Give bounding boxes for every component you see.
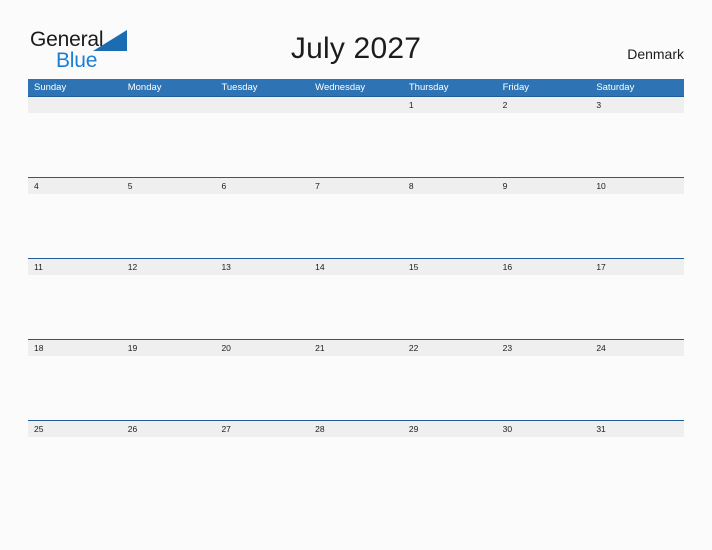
date-cell[interactable]: 6 [215, 178, 309, 194]
day-content-cell[interactable] [309, 356, 403, 420]
date-cell[interactable]: 17 [590, 259, 684, 275]
day-content-cell[interactable] [28, 437, 122, 501]
date-cell[interactable]: 11 [28, 259, 122, 275]
day-content-cell[interactable] [309, 113, 403, 177]
week-date-band: 4 5 6 7 8 9 10 [28, 178, 684, 194]
date-cell[interactable]: 30 [497, 421, 591, 437]
weekday-header-friday: Friday [502, 82, 529, 93]
date-cell[interactable]: 24 [590, 340, 684, 356]
date-cell[interactable]: 21 [309, 340, 403, 356]
calendar-grid: Sunday Monday Tuesday Wednesday Thursday… [28, 79, 684, 501]
day-content-cell[interactable] [215, 356, 309, 420]
day-content-cell[interactable] [215, 194, 309, 258]
date-cell[interactable]: 20 [215, 340, 309, 356]
day-content-cell[interactable] [215, 275, 309, 339]
day-content-cell[interactable] [497, 356, 591, 420]
page-header: General Blue July 2027 Denmark [0, 0, 712, 79]
date-cell[interactable]: 9 [497, 178, 591, 194]
date-cell[interactable]: 7 [309, 178, 403, 194]
date-cell[interactable]: 31 [590, 421, 684, 437]
week-row: 18 19 20 21 22 23 24 [28, 339, 684, 420]
day-content-cell[interactable] [122, 275, 216, 339]
date-cell[interactable] [28, 97, 122, 113]
day-content-cell[interactable] [590, 356, 684, 420]
day-content-cell[interactable] [403, 275, 497, 339]
date-cell[interactable]: 25 [28, 421, 122, 437]
weekday-header-wednesday: Wednesday [315, 82, 366, 93]
date-cell[interactable]: 1 [403, 97, 497, 113]
weekday-header-monday: Monday [127, 82, 162, 93]
date-cell[interactable] [309, 97, 403, 113]
day-content-cell[interactable] [122, 356, 216, 420]
day-content-cell[interactable] [590, 437, 684, 501]
day-content-cell[interactable] [215, 113, 309, 177]
day-content-cell[interactable] [403, 356, 497, 420]
date-cell[interactable]: 14 [309, 259, 403, 275]
day-content-cell[interactable] [28, 113, 122, 177]
day-content-cell[interactable] [497, 437, 591, 501]
weekday-header-thursday: Thursday [408, 82, 449, 93]
date-cell[interactable]: 22 [403, 340, 497, 356]
date-cell[interactable]: 18 [28, 340, 122, 356]
country-label: Denmark [627, 46, 684, 62]
day-content-cell[interactable] [497, 194, 591, 258]
day-content-cell[interactable] [28, 356, 122, 420]
day-content-cell[interactable] [122, 113, 216, 177]
day-content-cell[interactable] [215, 437, 309, 501]
date-cell[interactable]: 2 [497, 97, 591, 113]
day-content-cell[interactable] [309, 194, 403, 258]
date-cell[interactable] [215, 97, 309, 113]
day-content-cell[interactable] [403, 194, 497, 258]
date-cell[interactable]: 28 [309, 421, 403, 437]
week-body [28, 356, 684, 420]
week-row: 1 2 3 [28, 96, 684, 177]
day-content-cell[interactable] [28, 194, 122, 258]
date-cell[interactable]: 8 [403, 178, 497, 194]
date-cell[interactable]: 12 [122, 259, 216, 275]
day-content-cell[interactable] [590, 113, 684, 177]
weekday-header-saturday: Saturday [596, 82, 635, 93]
weekday-header-tuesday: Tuesday [221, 82, 258, 93]
weekday-header-sunday: Sunday [34, 82, 67, 93]
date-cell[interactable]: 5 [122, 178, 216, 194]
date-cell[interactable]: 26 [122, 421, 216, 437]
day-content-cell[interactable] [309, 275, 403, 339]
weekday-header-row: Sunday Monday Tuesday Wednesday Thursday… [28, 79, 684, 96]
date-cell[interactable]: 13 [215, 259, 309, 275]
week-row: 4 5 6 7 8 9 10 [28, 177, 684, 258]
date-cell[interactable] [122, 97, 216, 113]
date-cell[interactable]: 10 [590, 178, 684, 194]
date-cell[interactable]: 29 [403, 421, 497, 437]
date-cell[interactable]: 15 [403, 259, 497, 275]
day-content-cell[interactable] [497, 275, 591, 339]
week-date-band: 25 26 27 28 29 30 31 [28, 421, 684, 437]
day-content-cell[interactable] [309, 437, 403, 501]
day-content-cell[interactable] [403, 113, 497, 177]
day-content-cell[interactable] [403, 437, 497, 501]
date-cell[interactable]: 23 [497, 340, 591, 356]
week-row: 25 26 27 28 29 30 31 [28, 420, 684, 501]
day-content-cell[interactable] [122, 437, 216, 501]
date-cell[interactable]: 4 [28, 178, 122, 194]
week-date-band: 18 19 20 21 22 23 24 [28, 340, 684, 356]
day-content-cell[interactable] [28, 275, 122, 339]
day-content-cell[interactable] [590, 275, 684, 339]
date-cell[interactable]: 3 [590, 97, 684, 113]
day-content-cell[interactable] [122, 194, 216, 258]
week-body [28, 437, 684, 501]
week-date-band: 1 2 3 [28, 97, 684, 113]
day-content-cell[interactable] [590, 194, 684, 258]
day-content-cell[interactable] [497, 113, 591, 177]
week-body [28, 194, 684, 258]
page-title: July 2027 [290, 32, 422, 65]
date-cell[interactable]: 19 [122, 340, 216, 356]
week-date-band: 11 12 13 14 15 16 17 [28, 259, 684, 275]
date-cell[interactable]: 27 [215, 421, 309, 437]
week-body [28, 275, 684, 339]
week-row: 11 12 13 14 15 16 17 [28, 258, 684, 339]
date-cell[interactable]: 16 [497, 259, 591, 275]
week-body [28, 113, 684, 177]
